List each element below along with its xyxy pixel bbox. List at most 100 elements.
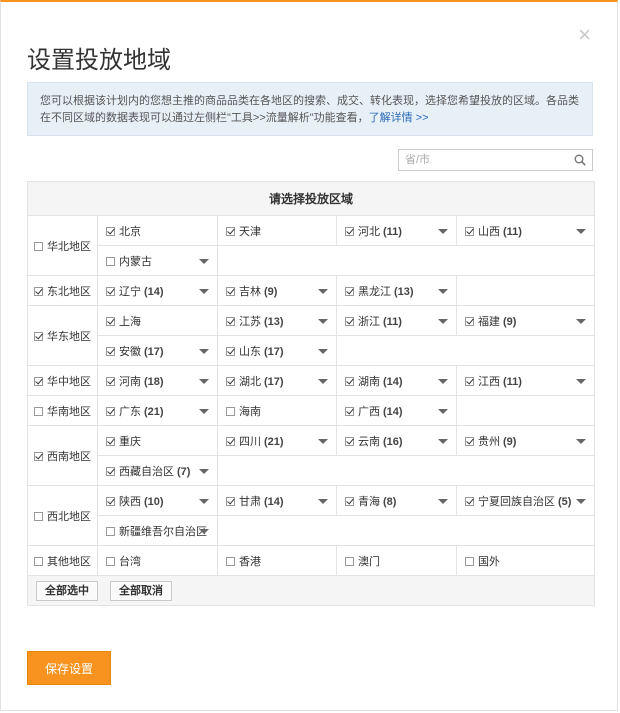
expand-arrow-icon[interactable] xyxy=(318,289,328,294)
province-checkbox[interactable] xyxy=(106,406,115,416)
province-cell[interactable]: 青海 (8) xyxy=(336,485,457,516)
province-cell[interactable]: 国外 xyxy=(455,545,596,576)
province-checkbox[interactable] xyxy=(345,286,354,296)
region-checkbox[interactable] xyxy=(34,376,43,386)
province-cell[interactable]: 甘肃 (14) xyxy=(217,485,337,516)
province-checkbox[interactable] xyxy=(106,376,115,386)
province-checkbox[interactable] xyxy=(345,436,354,446)
expand-arrow-icon[interactable] xyxy=(199,349,209,354)
region-group-cell[interactable]: 华北地区 xyxy=(27,215,98,276)
province-checkbox[interactable] xyxy=(106,226,115,236)
province-cell[interactable]: 西藏自治区 (7) xyxy=(97,455,218,486)
province-checkbox[interactable] xyxy=(106,466,115,476)
province-cell[interactable]: 江西 (11) xyxy=(455,365,596,396)
province-cell[interactable]: 福建 (9) xyxy=(455,305,596,336)
province-cell[interactable]: 贵州 (9) xyxy=(455,425,596,456)
province-checkbox[interactable] xyxy=(226,346,235,356)
province-checkbox[interactable] xyxy=(226,556,235,566)
region-checkbox[interactable] xyxy=(34,241,43,251)
province-checkbox[interactable] xyxy=(106,556,115,566)
province-cell[interactable]: 宁夏回族自治区 (5) xyxy=(455,485,596,516)
province-cell[interactable]: 新疆维吾尔自治区 xyxy=(97,515,218,546)
deselect-all-button[interactable]: 全部取消 xyxy=(110,580,172,601)
province-cell[interactable]: 香港 xyxy=(217,545,337,576)
province-checkbox[interactable] xyxy=(465,316,474,326)
region-checkbox[interactable] xyxy=(34,451,43,461)
region-checkbox[interactable] xyxy=(34,406,43,416)
province-cell[interactable]: 海南 xyxy=(217,395,337,426)
expand-arrow-icon[interactable] xyxy=(199,409,209,414)
province-cell[interactable]: 天津 xyxy=(217,215,337,246)
expand-arrow-icon[interactable] xyxy=(576,319,587,324)
province-checkbox[interactable] xyxy=(226,496,235,506)
expand-arrow-icon[interactable] xyxy=(318,349,328,354)
province-cell[interactable]: 浙江 (11) xyxy=(336,305,457,336)
province-cell[interactable]: 湖北 (17) xyxy=(217,365,337,396)
region-group-cell[interactable]: 华东地区 xyxy=(27,305,98,366)
province-checkbox[interactable] xyxy=(106,256,115,266)
province-checkbox[interactable] xyxy=(345,406,354,416)
province-checkbox[interactable] xyxy=(345,226,354,236)
province-cell[interactable]: 北京 xyxy=(97,215,218,246)
province-checkbox[interactable] xyxy=(465,226,474,236)
region-group-cell[interactable]: 华中地区 xyxy=(27,365,98,396)
expand-arrow-icon[interactable] xyxy=(199,469,209,474)
province-cell[interactable]: 湖南 (14) xyxy=(336,365,457,396)
expand-arrow-icon[interactable] xyxy=(318,439,328,444)
province-checkbox[interactable] xyxy=(106,526,115,536)
province-cell[interactable]: 辽宁 (14) xyxy=(97,275,218,306)
expand-arrow-icon[interactable] xyxy=(199,499,209,504)
region-group-cell[interactable]: 西南地区 xyxy=(27,425,98,486)
province-cell[interactable]: 江苏 (13) xyxy=(217,305,337,336)
province-checkbox[interactable] xyxy=(226,376,235,386)
province-cell[interactable]: 上海 xyxy=(97,305,218,336)
province-cell[interactable]: 广西 (14) xyxy=(336,395,457,426)
expand-arrow-icon[interactable] xyxy=(318,499,328,504)
expand-arrow-icon[interactable] xyxy=(318,379,328,384)
expand-arrow-icon[interactable] xyxy=(438,289,448,294)
region-checkbox[interactable] xyxy=(34,331,43,341)
expand-arrow-icon[interactable] xyxy=(576,499,587,504)
province-checkbox[interactable] xyxy=(226,226,235,236)
province-cell[interactable]: 广东 (21) xyxy=(97,395,218,426)
province-checkbox[interactable] xyxy=(106,436,115,446)
expand-arrow-icon[interactable] xyxy=(438,409,448,414)
province-cell[interactable]: 山东 (17) xyxy=(217,335,337,366)
province-checkbox[interactable] xyxy=(106,286,115,296)
province-checkbox[interactable] xyxy=(345,316,354,326)
province-cell[interactable]: 吉林 (9) xyxy=(217,275,337,306)
region-group-cell[interactable]: 其他地区 xyxy=(27,545,98,576)
close-icon[interactable]: × xyxy=(578,24,591,46)
province-cell[interactable]: 河南 (18) xyxy=(97,365,218,396)
province-checkbox[interactable] xyxy=(226,316,235,326)
region-group-cell[interactable]: 华南地区 xyxy=(27,395,98,426)
province-cell[interactable]: 河北 (11) xyxy=(336,215,457,246)
province-cell[interactable]: 云南 (16) xyxy=(336,425,457,456)
expand-arrow-icon[interactable] xyxy=(199,289,209,294)
province-checkbox[interactable] xyxy=(465,376,474,386)
province-checkbox[interactable] xyxy=(345,496,354,506)
region-group-cell[interactable]: 东北地区 xyxy=(27,275,98,306)
expand-arrow-icon[interactable] xyxy=(438,229,448,234)
region-checkbox[interactable] xyxy=(34,511,43,521)
province-checkbox[interactable] xyxy=(226,436,235,446)
expand-arrow-icon[interactable] xyxy=(438,439,448,444)
province-checkbox[interactable] xyxy=(465,556,474,566)
province-cell[interactable]: 台湾 xyxy=(97,545,218,576)
region-checkbox[interactable] xyxy=(34,286,43,296)
expand-arrow-icon[interactable] xyxy=(576,379,587,384)
select-all-button[interactable]: 全部选中 xyxy=(36,580,98,601)
expand-arrow-icon[interactable] xyxy=(318,319,328,324)
province-cell[interactable]: 重庆 xyxy=(97,425,218,456)
expand-arrow-icon[interactable] xyxy=(199,259,209,264)
province-checkbox[interactable] xyxy=(106,316,115,326)
expand-arrow-icon[interactable] xyxy=(438,319,448,324)
expand-arrow-icon[interactable] xyxy=(199,529,209,534)
province-checkbox[interactable] xyxy=(345,376,354,386)
search-input[interactable] xyxy=(399,150,571,170)
province-cell[interactable]: 安徽 (17) xyxy=(97,335,218,366)
province-cell[interactable]: 内蒙古 xyxy=(97,245,218,276)
province-cell[interactable]: 澳门 xyxy=(336,545,457,576)
province-checkbox[interactable] xyxy=(106,346,115,356)
region-group-cell[interactable]: 西北地区 xyxy=(27,485,98,546)
